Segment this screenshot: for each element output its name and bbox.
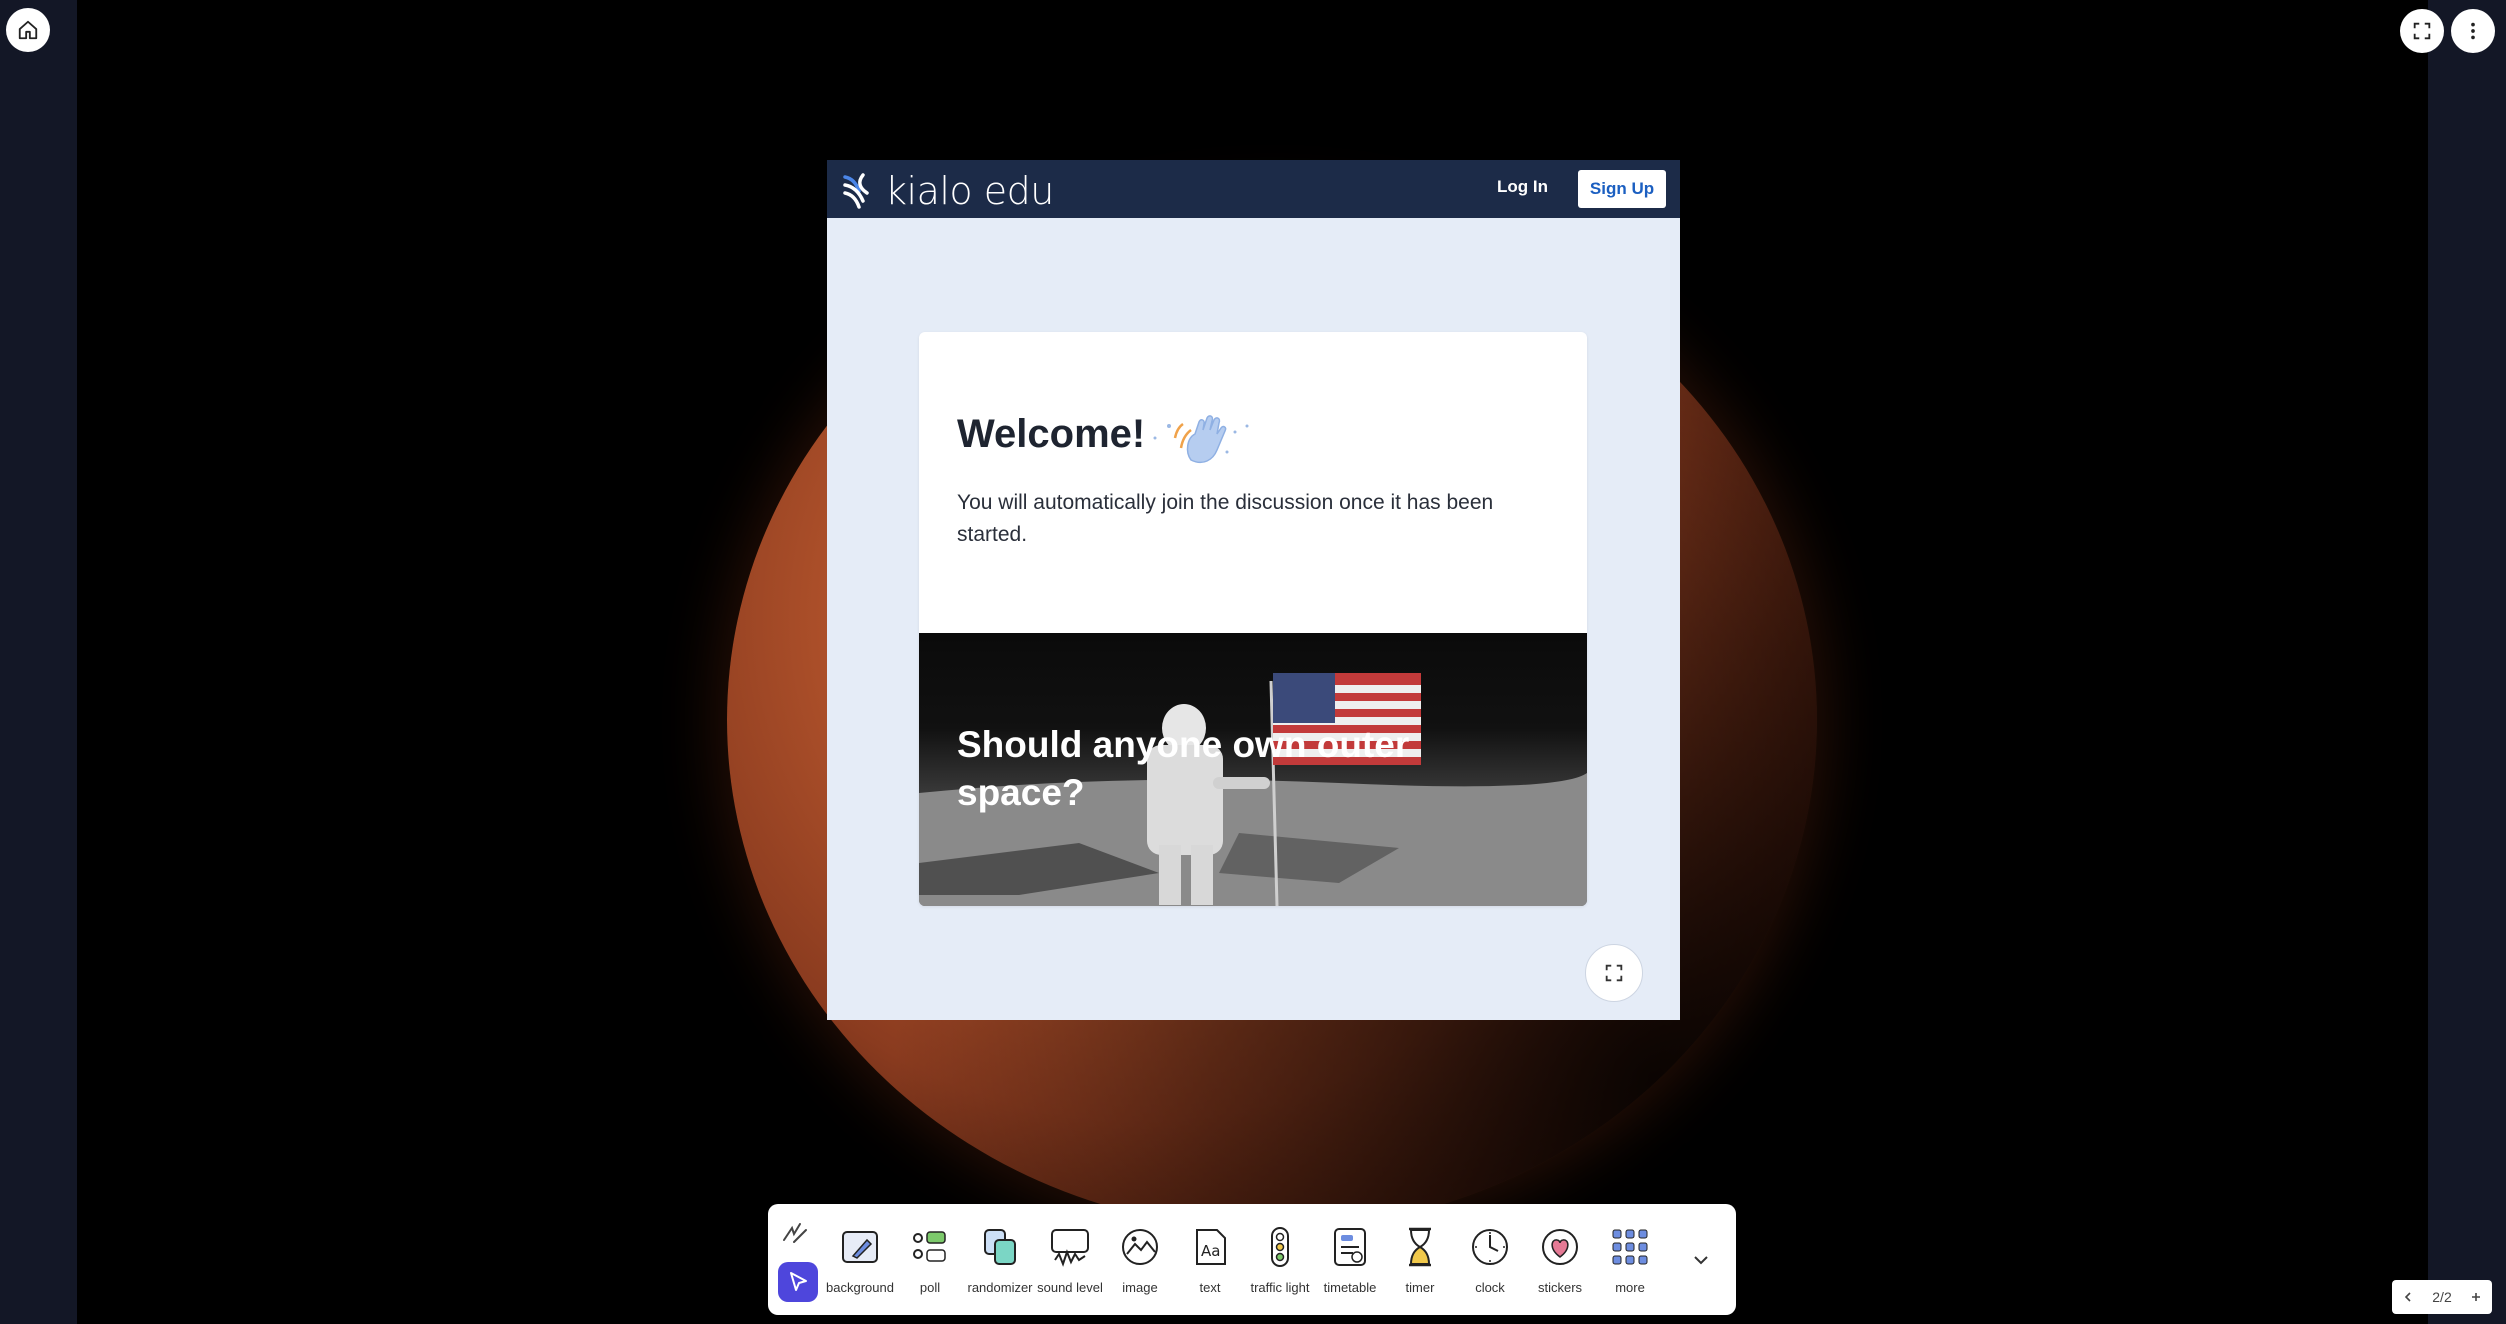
tool-more[interactable]: more — [1595, 1226, 1665, 1295]
tool-image[interactable]: image — [1105, 1226, 1175, 1295]
tool-randomizer[interactable]: randomizer — [965, 1226, 1035, 1295]
home-icon — [18, 20, 38, 40]
tool-label: timetable — [1323, 1280, 1377, 1295]
kialo-logo[interactable]: kialo edu — [841, 169, 1054, 213]
tool-label: timer — [1405, 1280, 1435, 1295]
discussion-topic-banner[interactable]: Should anyone own outer space? — [919, 633, 1587, 906]
stickers-icon — [1542, 1229, 1578, 1265]
tool-label: randomizer — [967, 1280, 1033, 1295]
fullscreen-icon — [2413, 22, 2431, 40]
tool-sound-level[interactable]: sound level — [1035, 1226, 1105, 1295]
pen-tool-icon[interactable] — [780, 1218, 810, 1248]
poll-icon — [913, 1231, 946, 1262]
cursor-icon — [790, 1272, 807, 1291]
home-button[interactable] — [6, 8, 50, 52]
sound-level-icon — [1051, 1229, 1089, 1267]
background-icon — [842, 1231, 878, 1263]
more-vertical-icon — [2471, 22, 2475, 40]
chevron-down-icon[interactable] — [1689, 1248, 1713, 1272]
tool-label: sound level — [1037, 1280, 1103, 1295]
add-page-icon[interactable] — [2470, 1291, 2482, 1303]
image-icon — [1122, 1229, 1158, 1265]
tool-label: text — [1199, 1280, 1221, 1295]
welcome-heading: Welcome! — [957, 412, 1146, 456]
tool-label: poll — [919, 1280, 941, 1295]
options-menu-button[interactable] — [2451, 9, 2495, 53]
welcome-card: Welcome! You will automatically join the… — [919, 332, 1587, 906]
text-icon: Aa — [1196, 1229, 1226, 1265]
tool-label: clock — [1475, 1280, 1505, 1295]
tool-text[interactable]: Aa text — [1175, 1226, 1245, 1295]
chevron-left-icon[interactable] — [2402, 1291, 2414, 1303]
tool-label: image — [1122, 1280, 1158, 1295]
fullscreen-button[interactable] — [2400, 9, 2444, 53]
tool-traffic-light[interactable]: traffic light — [1245, 1226, 1315, 1295]
kialo-header: kialo edu Log In Sign Up — [827, 160, 1680, 218]
tool-clock[interactable]: clock — [1455, 1226, 1525, 1295]
app-stage: kialo edu Log In Sign Up Welcome! You wi… — [0, 0, 2506, 1324]
timer-icon — [1409, 1227, 1431, 1267]
tool-timetable[interactable]: timetable — [1315, 1226, 1385, 1295]
tool-background[interactable]: background — [825, 1226, 895, 1295]
signup-button[interactable]: Sign Up — [1578, 170, 1666, 208]
expand-icon — [1605, 964, 1623, 982]
kialo-embed-widget: kialo edu Log In Sign Up Welcome! You wi… — [827, 160, 1680, 1020]
tool-label: background — [826, 1280, 894, 1295]
tool-label: more — [1615, 1280, 1645, 1295]
brand-name: kialo edu — [885, 169, 1054, 213]
page-indicator: 2/2 — [2432, 1289, 2452, 1305]
timetable-icon — [1334, 1228, 1366, 1266]
select-tool-button[interactable] — [778, 1262, 818, 1302]
more-grid-icon — [1612, 1229, 1648, 1265]
clock-icon — [1472, 1229, 1508, 1265]
login-link[interactable]: Log In — [1497, 177, 1548, 197]
welcome-description: You will automatically join the discussi… — [957, 491, 1494, 546]
tool-timer[interactable]: timer — [1385, 1226, 1455, 1295]
svg-text:Aa: Aa — [1201, 1242, 1220, 1260]
kialo-logo-icon — [843, 173, 869, 209]
traffic-light-icon — [1271, 1227, 1289, 1267]
tool-label: traffic light — [1250, 1280, 1310, 1295]
tool-stickers[interactable]: stickers — [1525, 1226, 1595, 1295]
randomizer-icon — [984, 1229, 1016, 1265]
waving-hand-icon — [1153, 415, 1249, 464]
tool-label: stickers — [1537, 1280, 1583, 1295]
page-navigator: 2/2 — [2392, 1280, 2492, 1314]
embed-fullscreen-button[interactable] — [1585, 944, 1643, 1002]
widget-toolbar: background poll randomizer sound level i… — [768, 1204, 1736, 1315]
tool-poll[interactable]: poll — [895, 1226, 965, 1295]
discussion-topic-title[interactable]: Should anyone own outer space? — [957, 721, 1477, 817]
